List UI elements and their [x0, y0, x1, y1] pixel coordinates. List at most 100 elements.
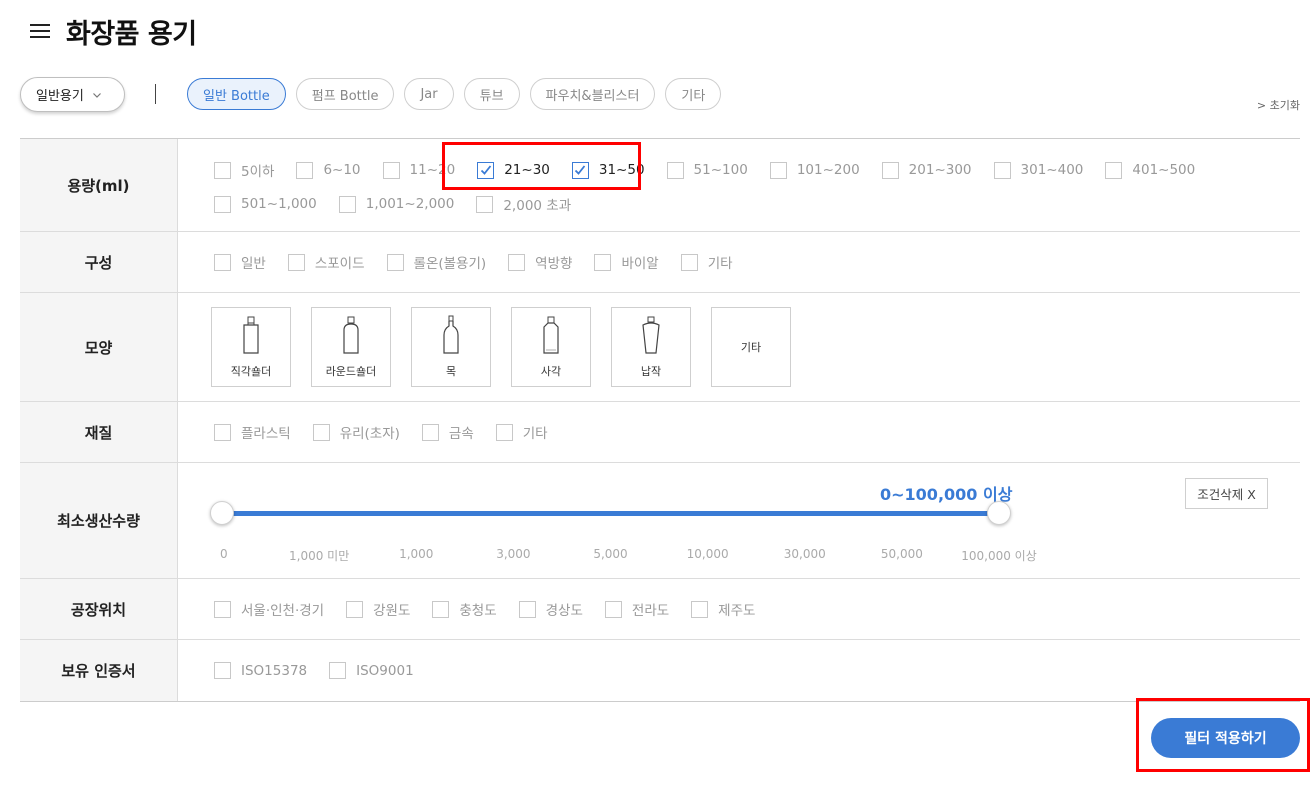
checkbox-icon[interactable]	[346, 600, 364, 618]
slider-handle-min[interactable]	[210, 501, 234, 525]
filter-label-min-quantity: 최소생산수량	[20, 463, 178, 578]
checkbox-option[interactable]: 201~300	[881, 161, 972, 179]
hamburger-menu-icon[interactable]	[30, 24, 50, 38]
checkbox-option[interactable]: 기타	[495, 422, 548, 442]
volume-options: 5이하 6~10 11~20 21~30 31~50 51~100 101~200 201~3…	[178, 139, 1300, 214]
checkbox-icon[interactable]	[691, 600, 709, 618]
checkbox-option[interactable]: 제주도	[691, 599, 755, 619]
certificate-options: ISO15378 ISO9001	[178, 640, 1300, 701]
checkbox-option[interactable]: 5이하	[214, 160, 274, 180]
checkbox-option[interactable]: 31~50	[571, 161, 645, 179]
checkbox-option[interactable]: 11~20	[382, 161, 455, 179]
checkbox-icon[interactable]	[495, 423, 513, 441]
checkbox-icon[interactable]	[594, 253, 612, 271]
checkbox-icon[interactable]	[881, 161, 899, 179]
checkbox-option[interactable]: 2,000 초과	[476, 194, 571, 214]
type-chip-list: 일반 Bottle 펌프 Bottle Jar 튜브 파우치&블리스터 기타	[187, 78, 722, 110]
checkbox-option[interactable]: 스포이드	[287, 252, 365, 272]
checkbox-checked-icon[interactable]	[477, 161, 495, 179]
slider-handle-max[interactable]	[987, 501, 1011, 525]
checkbox-option[interactable]: 51~100	[666, 161, 748, 179]
checkbox-icon[interactable]	[214, 161, 231, 179]
checkbox-option[interactable]: 301~400	[993, 161, 1083, 179]
checkbox-icon[interactable]	[1105, 161, 1123, 179]
checkbox-option[interactable]: 경상도	[518, 599, 583, 619]
checkbox-icon[interactable]	[338, 195, 356, 213]
checkbox-icon[interactable]	[214, 600, 231, 618]
shape-option-square-shoulder[interactable]: 직각숄더	[211, 307, 291, 387]
checkbox-option[interactable]: 금속	[421, 422, 474, 442]
checkbox-option[interactable]: 플라스틱	[214, 422, 291, 442]
checkbox-option[interactable]: 1,001~2,000	[338, 195, 455, 213]
checkbox-icon[interactable]	[312, 423, 330, 441]
checkbox-label: 유리(초자)	[339, 426, 400, 442]
container-category-select[interactable]: 일반용기	[20, 77, 125, 112]
checkbox-icon[interactable]	[476, 195, 494, 213]
chip-etc[interactable]: 기타	[665, 78, 722, 110]
checkbox-icon[interactable]	[287, 253, 305, 271]
checkbox-icon[interactable]	[518, 600, 536, 618]
filter-label-composition: 구성	[20, 232, 178, 292]
checkbox-option[interactable]: 일반	[214, 252, 266, 272]
filter-table: 용량(ml) 5이하 6~10 11~20 21~30 31~50 51~100 101~2…	[20, 138, 1300, 702]
reset-link[interactable]: > 초기화	[1257, 97, 1300, 113]
checkbox-option[interactable]: 21~30	[477, 161, 550, 179]
checkbox-icon[interactable]	[382, 161, 400, 179]
checkbox-option[interactable]: 401~500	[1105, 161, 1195, 179]
checkbox-label: 롤온(볼용기)	[413, 256, 487, 272]
checkbox-option[interactable]: ISO15378	[214, 662, 307, 679]
chip-jar[interactable]: Jar	[404, 78, 454, 110]
checkbox-icon[interactable]	[993, 161, 1011, 179]
shape-option-neck[interactable]: 목	[411, 307, 491, 387]
checkbox-icon[interactable]	[386, 253, 404, 271]
checkbox-icon[interactable]	[508, 253, 526, 271]
checkbox-label: 1,001~2,000	[365, 196, 455, 212]
checkbox-label: 기타	[522, 426, 548, 442]
checkbox-option[interactable]: 기타	[680, 252, 733, 272]
checkbox-icon[interactable]	[666, 161, 684, 179]
checkbox-icon[interactable]	[214, 423, 231, 441]
checkbox-icon[interactable]	[432, 600, 450, 618]
shape-option-square[interactable]: 사각	[511, 307, 591, 387]
checkbox-option[interactable]: 바이알	[594, 252, 659, 272]
checkbox-option[interactable]: 501~1,000	[214, 195, 317, 213]
checkbox-option[interactable]: 유리(초자)	[312, 422, 400, 442]
checkbox-icon[interactable]	[214, 662, 231, 679]
checkbox-icon[interactable]	[214, 253, 231, 271]
checkbox-option[interactable]: 롤온(볼용기)	[386, 252, 487, 272]
chip-pouch-blister[interactable]: 파우치&블리스터	[529, 78, 656, 110]
checkbox-option[interactable]: 6~10	[296, 161, 361, 179]
checkbox-icon[interactable]	[769, 161, 787, 179]
checkbox-option[interactable]: ISO9001	[329, 662, 414, 679]
slider-track[interactable]	[222, 511, 999, 516]
checkbox-option[interactable]: 서울·인천·경기	[214, 599, 324, 619]
checkbox-icon[interactable]	[329, 662, 347, 679]
checkbox-label: 31~50	[598, 162, 645, 178]
page-header: 화장품 용기	[30, 14, 197, 50]
checkbox-label: 서울·인천·경기	[241, 603, 325, 619]
shape-option-round-shoulder[interactable]: 라운드숄더	[311, 307, 391, 387]
checkbox-icon[interactable]	[604, 600, 622, 618]
checkbox-option[interactable]: 101~200	[769, 161, 860, 179]
filter-row-min-quantity: 최소생산수량 0~100,000 이상 0 1,000 미만 1,000 3,000 5…	[20, 463, 1300, 579]
checkbox-option[interactable]: 전라도	[604, 599, 669, 619]
checkbox-icon[interactable]	[214, 195, 231, 213]
checkbox-label: 금속	[448, 426, 474, 442]
square-bottle-icon	[543, 316, 559, 354]
chip-pump-bottle[interactable]: 펌프 Bottle	[295, 78, 395, 110]
chip-general-bottle[interactable]: 일반 Bottle	[187, 78, 286, 110]
apply-filter-button[interactable]: 필터 적용하기	[1151, 718, 1300, 758]
checkbox-icon[interactable]	[680, 253, 698, 271]
shape-option-flat[interactable]: 납작	[611, 307, 691, 387]
checkbox-option[interactable]: 역방향	[508, 252, 572, 272]
clear-condition-button[interactable]: 조건삭제 X	[1185, 478, 1268, 509]
checkbox-checked-icon[interactable]	[571, 161, 589, 179]
slider-tick-label: 100,000 이상	[961, 549, 1037, 563]
filter-row-certificates: 보유 인증서 ISO15378 ISO9001	[20, 640, 1300, 701]
checkbox-option[interactable]: 충청도	[432, 599, 497, 619]
checkbox-icon[interactable]	[296, 161, 314, 179]
shape-option-etc[interactable]: 기타	[711, 307, 791, 387]
chip-tube[interactable]: 튜브	[463, 78, 520, 110]
checkbox-option[interactable]: 강원도	[346, 599, 410, 619]
checkbox-icon[interactable]	[421, 423, 439, 441]
